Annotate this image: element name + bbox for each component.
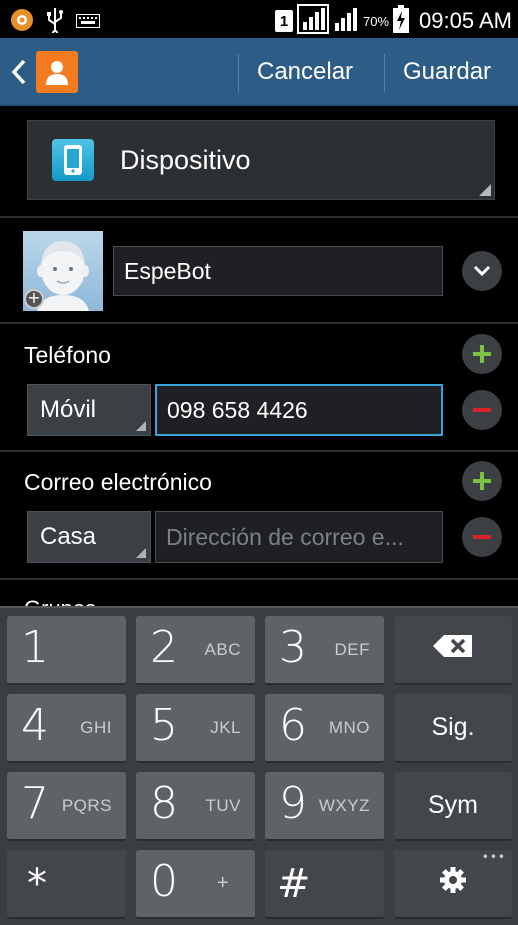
signal-strength-icon — [297, 4, 330, 38]
usb-icon — [46, 7, 64, 37]
key-letters: GHI — [80, 718, 112, 737]
key-3[interactable]: 3 DEF — [265, 616, 384, 685]
key-4[interactable]: 4 GHI — [7, 694, 126, 763]
plus-icon — [473, 345, 491, 363]
divider — [0, 322, 518, 324]
save-button[interactable]: Guardar — [403, 38, 491, 106]
name-field[interactable]: EspeBot — [113, 246, 443, 296]
back-button[interactable] — [4, 38, 96, 106]
phone-type-selector[interactable]: Móvil — [27, 384, 151, 436]
signal-strength-secondary-icon — [333, 5, 359, 37]
plus-icon — [473, 472, 491, 490]
keyboard-settings-key[interactable]: ••• — [394, 850, 512, 919]
key-symbol: * — [27, 860, 47, 907]
key-digit: 3 — [279, 622, 307, 673]
backspace-key[interactable] — [394, 616, 512, 685]
email-type-label: Casa — [40, 523, 97, 550]
key-symbol: # — [277, 860, 311, 907]
contact-photo[interactable]: + — [23, 231, 103, 311]
action-bar-separator — [238, 54, 239, 92]
device-phone-icon — [52, 139, 94, 181]
minus-icon — [473, 535, 491, 539]
key-digit: 7 — [21, 778, 49, 829]
symbols-key-label: Sym — [428, 791, 478, 819]
next-key[interactable]: Sig. — [394, 694, 512, 763]
groups-section-title: Grupos — [24, 596, 96, 606]
key-6[interactable]: 6 MNO — [265, 694, 384, 763]
key-letters: DEF — [334, 640, 370, 659]
settings-gear-icon — [440, 867, 466, 893]
key-1[interactable]: 1 — [7, 616, 126, 685]
divider — [0, 578, 518, 580]
key-9[interactable]: 9 WXYZ — [265, 772, 384, 841]
dropdown-corner-indicator — [136, 421, 146, 431]
dropdown-corner-indicator — [479, 184, 491, 196]
key-letters: JKL — [210, 718, 241, 737]
email-input[interactable]: Dirección de correo e... — [155, 511, 443, 563]
more-dots-icon: ••• — [481, 850, 506, 864]
action-bar: Cancelar Guardar — [0, 38, 518, 106]
key-letters: TUV — [205, 796, 241, 815]
clock: 09:05 AM — [419, 8, 512, 33]
add-email-button[interactable] — [462, 461, 502, 501]
key-letters: + — [216, 872, 229, 894]
key-5[interactable]: 5 JKL — [136, 694, 255, 763]
divider — [0, 450, 518, 452]
key-digit: 9 — [279, 778, 307, 829]
notification-app-icon — [10, 8, 34, 36]
battery-charging-icon — [393, 5, 410, 37]
key-digit: 0 — [150, 856, 178, 907]
backspace-icon — [433, 635, 472, 657]
back-chevron-icon — [4, 59, 34, 85]
cancel-button[interactable]: Cancelar — [257, 38, 353, 106]
key-digit: 5 — [150, 700, 178, 751]
dropdown-corner-indicator — [136, 548, 146, 558]
storage-location-selector[interactable]: Dispositivo — [27, 120, 495, 200]
next-key-label: Sig. — [431, 713, 475, 741]
email-type-selector[interactable]: Casa — [27, 511, 151, 563]
email-section-title: Correo electrónico — [24, 469, 212, 495]
key-star[interactable]: * — [7, 850, 126, 919]
phone-section-title: Teléfono — [24, 342, 111, 368]
key-letters: ABC — [204, 640, 241, 659]
symbols-key[interactable]: Sym — [394, 772, 512, 841]
status-bar: 1 70% 09:05 AM — [0, 0, 518, 38]
key-0[interactable]: 0 + — [136, 850, 255, 919]
key-digit: 4 — [21, 700, 49, 751]
storage-location-label: Dispositivo — [120, 144, 251, 175]
expand-name-button[interactable] — [462, 251, 502, 291]
key-7[interactable]: 7 PQRS — [7, 772, 126, 841]
key-letters: WXYZ — [318, 796, 370, 815]
sim-slot-badge: 1 — [275, 10, 294, 32]
add-phone-button[interactable] — [462, 334, 502, 374]
chevron-down-icon — [473, 265, 491, 277]
phone-number-input[interactable]: 098 658 4426 — [155, 384, 443, 436]
divider — [0, 216, 518, 218]
key-8[interactable]: 8 TUV — [136, 772, 255, 841]
key-digit: 1 — [21, 622, 49, 673]
numeric-keyboard: 1 2 ABC 3 DEF 4 GHI 5 JKL 6 MNO Sig. 7 P… — [0, 606, 518, 925]
keyboard-icon — [76, 13, 100, 32]
minus-icon — [473, 408, 491, 412]
key-letters: PQRS — [61, 796, 112, 815]
phone-type-label: Móvil — [40, 396, 97, 423]
key-2[interactable]: 2 ABC — [136, 616, 255, 685]
battery-percent: 70% — [363, 13, 390, 29]
key-digit: 2 — [150, 622, 178, 673]
key-letters: MNO — [328, 718, 370, 737]
key-hash[interactable]: # — [265, 850, 384, 919]
remove-phone-button[interactable] — [462, 390, 502, 430]
key-digit: 8 — [150, 778, 178, 829]
contact-edit-form: Dispositivo + EspeBot Teléfono Móvil 098… — [0, 106, 518, 606]
contacts-app-icon — [36, 51, 78, 93]
key-digit: 6 — [279, 700, 307, 751]
action-bar-separator — [384, 54, 385, 92]
add-photo-icon: + — [24, 289, 44, 309]
remove-email-button[interactable] — [462, 517, 502, 557]
